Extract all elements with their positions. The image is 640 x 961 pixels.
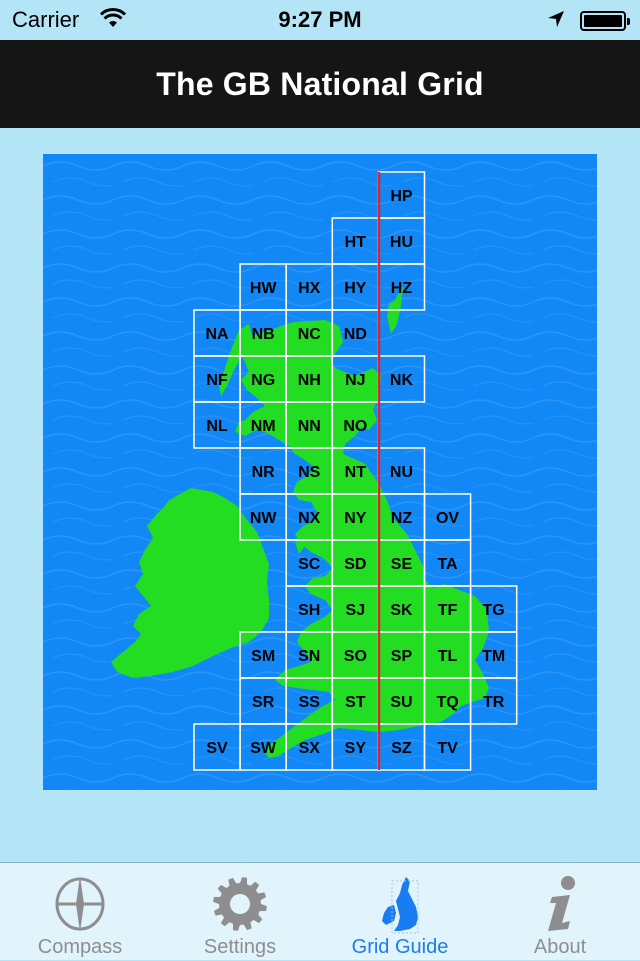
grid-label-hz: HZ — [391, 280, 413, 297]
status-time: 9:27 PM — [278, 7, 362, 32]
tab-grid-guide[interactable]: Grid Guide — [320, 863, 480, 961]
compass-icon — [50, 873, 110, 935]
grid-label-hy: HY — [344, 280, 367, 297]
grid-label-nj: NJ — [345, 372, 365, 389]
grid-label-sc: SC — [298, 556, 321, 573]
grid-label-ov: OV — [436, 510, 459, 527]
grid-label-tm: TM — [482, 648, 505, 665]
grid-label-ng: NG — [251, 372, 275, 389]
grid-label-nz: NZ — [391, 510, 413, 527]
grid-label-nb: NB — [252, 326, 275, 343]
grid-label-nh: NH — [298, 372, 321, 389]
grid-label-nu: NU — [390, 464, 413, 481]
grid-label-so: SO — [344, 648, 367, 665]
grid-label-tg: TG — [483, 602, 505, 619]
page-title: The GB National Grid — [156, 65, 484, 102]
grid-label-nn: NN — [298, 418, 321, 435]
tab-settings[interactable]: Settings — [160, 863, 320, 961]
grid-label-nc: NC — [298, 326, 322, 343]
grid-label-tq: TQ — [436, 694, 458, 711]
grid-label-hw: HW — [250, 280, 278, 297]
info-icon — [530, 873, 590, 935]
grid-label-nm: NM — [251, 418, 276, 435]
grid-label-ht: HT — [345, 234, 367, 251]
grid-label-nk: NK — [390, 372, 414, 389]
grid-label-sn: SN — [298, 648, 320, 665]
grid-label-hx: HX — [298, 280, 321, 297]
battery-icon — [580, 11, 630, 31]
grid-label-sk: SK — [390, 602, 413, 619]
grid-label-sv: SV — [206, 740, 228, 757]
nav-bar: The GB National Grid — [0, 40, 640, 128]
tab-about[interactable]: About — [480, 863, 640, 961]
grid-label-sm: SM — [251, 648, 275, 665]
grid-label-sj: SJ — [346, 602, 366, 619]
british-isles-map-icon — [370, 873, 430, 935]
tab-compass[interactable]: Compass — [0, 863, 160, 961]
grid-label-sr: SR — [252, 694, 275, 711]
grid-label-su: SU — [390, 694, 412, 711]
grid-label-sd: SD — [344, 556, 366, 573]
grid-label-ta: TA — [437, 556, 458, 573]
grid-label-ss: SS — [299, 694, 321, 711]
grid-label-tr: TR — [483, 694, 505, 711]
grid-label-tf: TF — [438, 602, 458, 619]
grid-label-nr: NR — [252, 464, 276, 481]
grid-label-sz: SZ — [391, 740, 412, 757]
grid-label-nt: NT — [345, 464, 367, 481]
grid-label-no: NO — [343, 418, 367, 435]
grid-label-tv: TV — [437, 740, 458, 757]
location-arrow-icon — [546, 9, 566, 35]
grid-label-sy: SY — [345, 740, 367, 757]
tab-label: Grid Guide — [351, 936, 449, 958]
tab-label: Settings — [203, 936, 277, 958]
grid-label-sx: SX — [299, 740, 321, 757]
status-bar: Carrier 9:27 PM — [0, 0, 640, 40]
grid-label-tl: TL — [438, 648, 458, 665]
map-canvas: HP HT HU HW HX HY HZ NA NB NC ND NF NG NH NJ NK NL NM NN NO… — [43, 154, 597, 790]
grid-label-nd: ND — [344, 326, 367, 343]
grid-label-nw: NW — [250, 510, 278, 527]
grid-label-st: ST — [345, 694, 366, 711]
grid-label-ny: NY — [344, 510, 367, 527]
gear-icon — [210, 873, 270, 935]
national-grid-map: HP HT HU HW HX HY HZ NA NB NC ND NF NG NH NJ NK NL NM NN NO… — [43, 154, 597, 790]
grid-label-sh: SH — [298, 602, 320, 619]
tab-label: Compass — [37, 936, 123, 958]
grid-label-nf: NF — [206, 372, 228, 389]
grid-label-hp: HP — [390, 188, 413, 205]
grid-label-nl: NL — [206, 418, 228, 435]
grid-label-sw: SW — [250, 740, 277, 757]
tab-bar: Compass Settings Grid Guide About — [0, 862, 640, 960]
grid-label-hu: HU — [390, 234, 413, 251]
grid-label-na: NA — [205, 326, 229, 343]
grid-label-se: SE — [391, 556, 413, 573]
grid-label-nx: NX — [298, 510, 321, 527]
gear-hole — [230, 894, 250, 914]
grid-label-ns: NS — [298, 464, 321, 481]
grid-label-sp: SP — [391, 648, 413, 665]
tab-label: About — [533, 936, 587, 958]
